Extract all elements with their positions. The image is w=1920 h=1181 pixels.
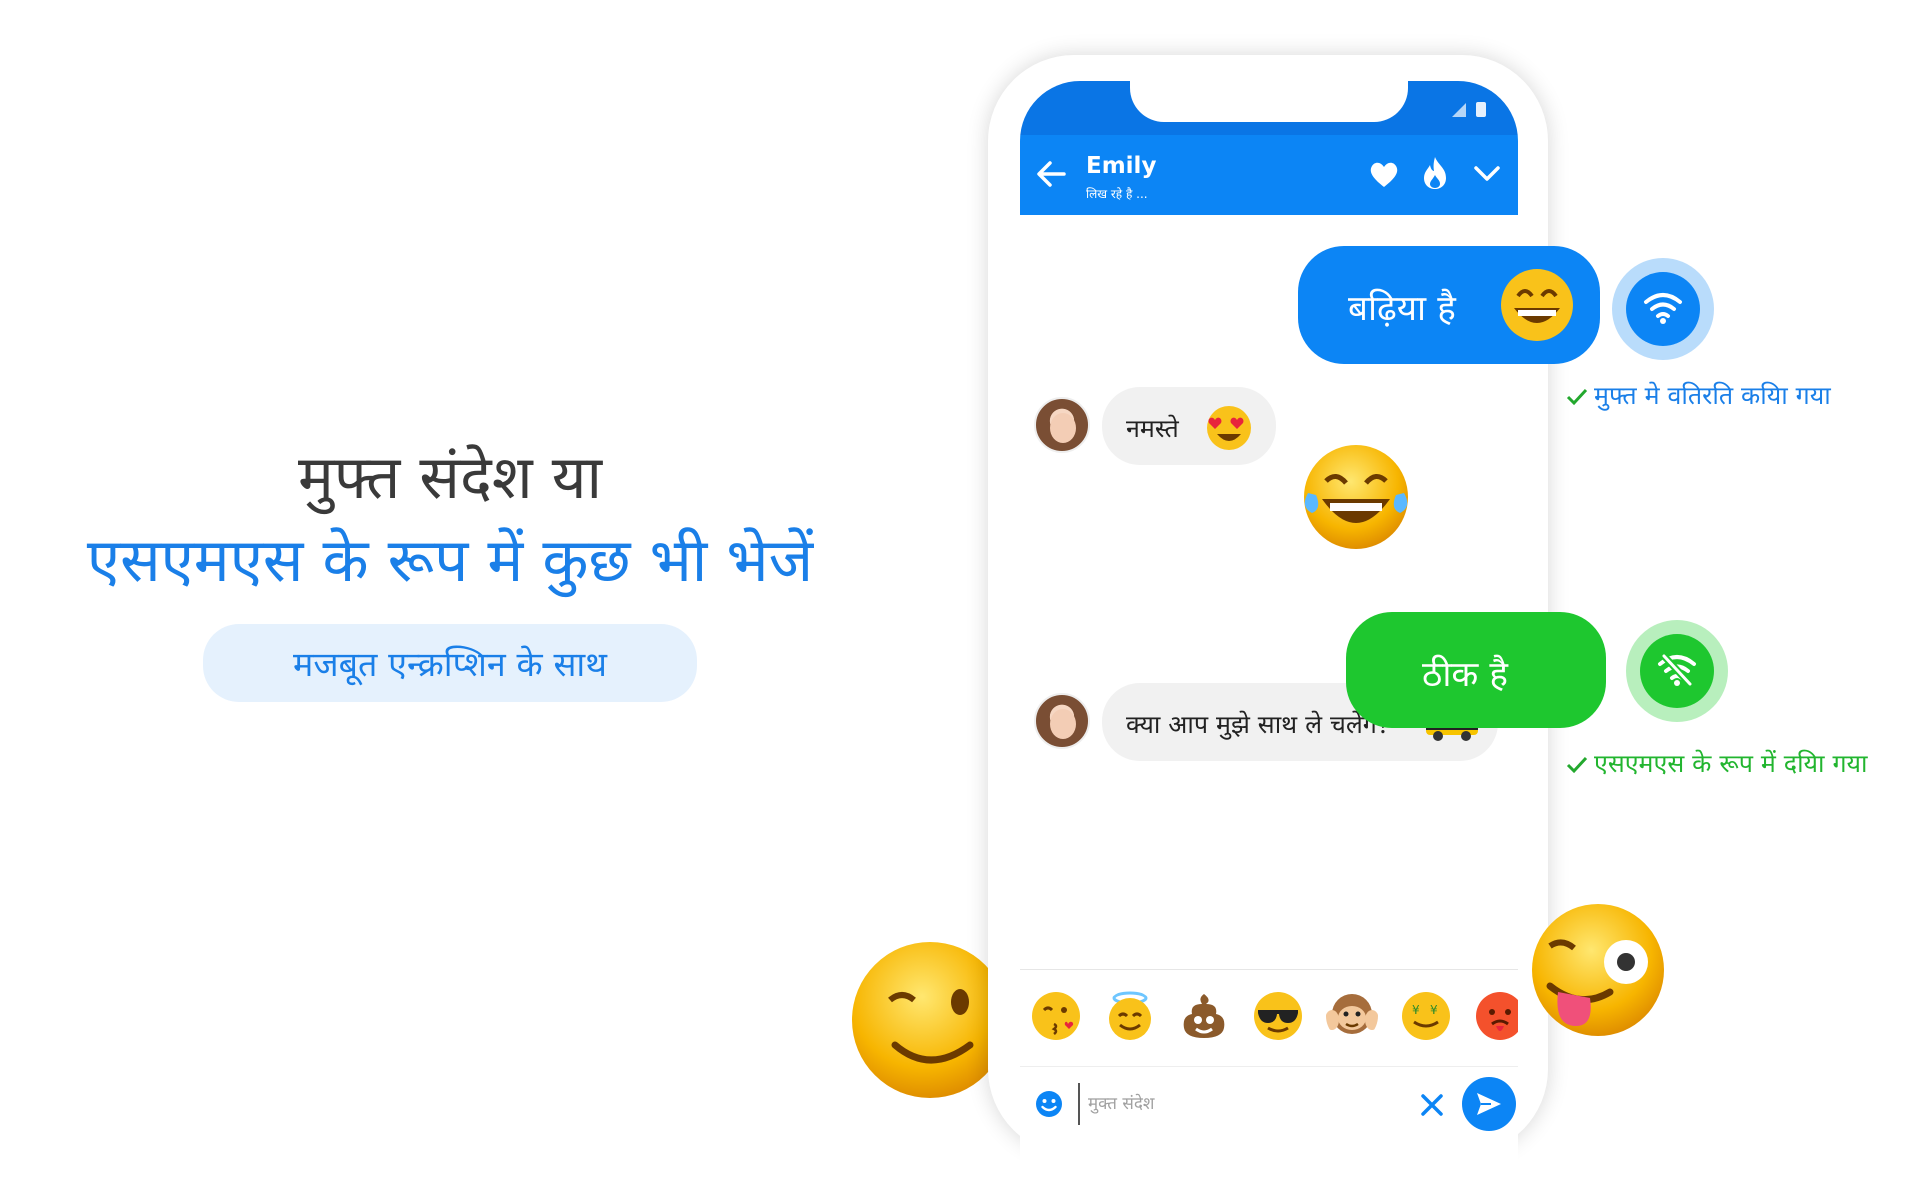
money-tongue-emoji[interactable]: ¥ ¥ (1400, 990, 1452, 1042)
outgoing-message-bubble[interactable]: ठीक है (1346, 612, 1606, 728)
delivery-status-label: एसएमएस के रूप में दयिा गया (1594, 749, 1868, 778)
promo-headline-line1: मुफ्त संदेश या (297, 443, 603, 513)
promo-headline-line2: एसएमएस के रूप में कुछ भी भेजें (86, 526, 814, 596)
phone-notch (1130, 81, 1408, 122)
emoji-picker-icon[interactable] (1034, 1089, 1064, 1119)
emoji-tray: ¥ ¥ (1020, 969, 1518, 1060)
check-icon (1566, 756, 1588, 774)
send-icon (1477, 1093, 1501, 1115)
monkey-hear-no-evil-emoji[interactable] (1326, 990, 1378, 1042)
check-icon (1566, 388, 1588, 406)
no-wifi-icon (1658, 653, 1696, 687)
phone-frame: Emily लिख रहे है ... नमस्ते क्या आप मुझे… (988, 55, 1548, 1181)
laughing-tears-emoji[interactable] (1300, 441, 1412, 553)
delivery-status-label: मुफ्त मे वतिरति कयिा गया (1594, 381, 1831, 410)
poop-emoji[interactable] (1178, 990, 1230, 1042)
message-input[interactable] (1078, 1083, 1340, 1125)
send-button[interactable] (1462, 1077, 1516, 1131)
clear-icon[interactable] (1418, 1091, 1446, 1119)
contact-avatar[interactable] (1034, 397, 1090, 453)
contact-avatar[interactable] (1034, 693, 1090, 749)
sunglasses-emoji[interactable] (1252, 990, 1304, 1042)
heart-eyes-emoji-icon (1207, 406, 1251, 450)
signal-icon (1452, 103, 1466, 117)
message-text: नमस्ते (1126, 414, 1179, 443)
halo-smile-emoji[interactable] (1104, 990, 1156, 1042)
typing-status: लिख रहे है ... (1086, 187, 1148, 201)
winking-tongue-emoji-decoration (1520, 900, 1670, 1050)
message-text: क्या आप मुझे साथ ले चलेगे? (1126, 710, 1391, 739)
message-text: बढ़िया है (1348, 289, 1456, 329)
chat-app-bar: Emily लिख रहे है ... (1020, 135, 1518, 215)
kissing-heart-emoji[interactable] (1030, 990, 1082, 1042)
back-arrow-icon[interactable] (1034, 157, 1068, 191)
battery-icon (1476, 102, 1486, 117)
incoming-message-bubble[interactable]: नमस्ते (1102, 387, 1276, 465)
grinning-face-emoji-icon (1501, 269, 1573, 341)
angry-red-emoji[interactable] (1474, 990, 1518, 1042)
sms-transport-indicator (1626, 620, 1728, 722)
fire-icon[interactable] (1420, 155, 1450, 191)
wifi-transport-indicator (1612, 258, 1714, 360)
message-text: ठीक है (1422, 655, 1508, 695)
status-bar (1020, 81, 1518, 135)
heart-icon[interactable] (1367, 157, 1401, 191)
svg-text:¥: ¥ (1430, 1003, 1438, 1017)
promo-encryption-pill: मजबूत एन्क्रप्शिन के साथ (203, 624, 697, 702)
winking-face-emoji-decoration (850, 940, 1010, 1100)
outgoing-message-bubble[interactable]: बढ़िया है (1298, 246, 1600, 364)
contact-name[interactable]: Emily (1086, 153, 1156, 179)
wifi-icon (1644, 293, 1682, 324)
svg-text:¥: ¥ (1412, 1003, 1420, 1017)
message-input-bar (1020, 1066, 1518, 1147)
chevron-down-icon[interactable] (1472, 162, 1502, 186)
promo-block: मुफ्त संदेश या एसएमएस के रूप में कुछ भी … (0, 440, 900, 702)
